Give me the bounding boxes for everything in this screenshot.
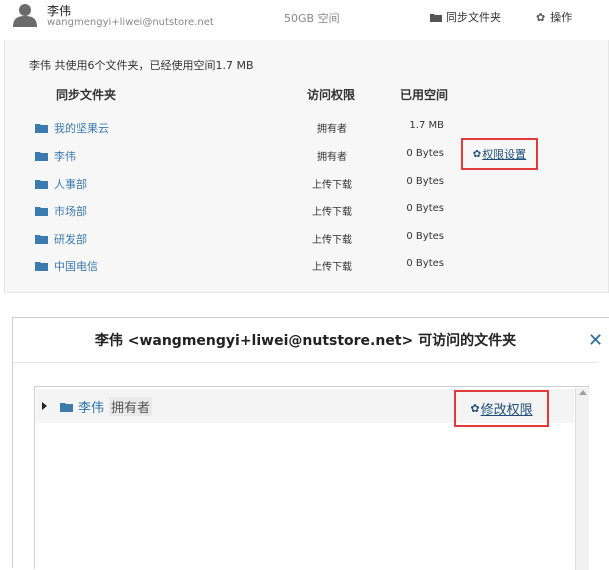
gear-icon: ✿ bbox=[472, 148, 482, 160]
folder-name: 李伟 bbox=[54, 150, 76, 163]
folder-row: 研发部 上传下载 0 Bytes bbox=[0, 231, 600, 251]
folder-name: 人事部 bbox=[54, 178, 87, 191]
folder-icon bbox=[35, 124, 48, 133]
user-folders-card: 李伟 wangmengyi+liwei@nutstore.net 50GB 空间… bbox=[0, 0, 609, 293]
tree-item-label: 李伟 拥有者 bbox=[60, 397, 153, 416]
folder-link[interactable]: 我的坚果云 bbox=[35, 120, 109, 136]
user-email: wangmengyi+liwei@nutstore.net bbox=[47, 17, 214, 28]
folder-icon bbox=[35, 262, 48, 271]
tree-folder-role: 拥有者 bbox=[109, 397, 153, 416]
user-avatar-icon bbox=[13, 4, 37, 27]
scroll-up-arrow-icon[interactable] bbox=[579, 390, 587, 395]
folder-used-space: 1.7 MB bbox=[409, 120, 444, 131]
folder-icon bbox=[35, 152, 48, 161]
tree-folder-name: 李伟 bbox=[78, 401, 105, 416]
permission-setting-link[interactable]: ✿ 权限设置 bbox=[461, 138, 538, 170]
folder-access-dialog: 李伟 <wangmengyi+liwei@nutstore.net> 可访问的文… bbox=[12, 317, 609, 570]
folder-icon bbox=[35, 235, 48, 244]
folder-permission: 拥有者 bbox=[317, 124, 347, 135]
folder-link[interactable]: 人事部 bbox=[35, 176, 87, 192]
folder-permission: 上传下载 bbox=[312, 207, 352, 218]
folder-permission: 上传下载 bbox=[312, 180, 352, 191]
folder-link[interactable]: 研发部 bbox=[35, 231, 87, 247]
permission-setting-label: 权限设置 bbox=[482, 148, 527, 161]
gear-icon: ✿ bbox=[536, 10, 546, 24]
folder-row: 人事部 上传下载 0 Bytes bbox=[0, 176, 600, 196]
gear-icon: ✿ bbox=[470, 402, 480, 415]
sync-folders-link[interactable]: 同步文件夹 bbox=[430, 9, 501, 25]
modify-permission-label: 修改权限 bbox=[480, 403, 533, 418]
folder-used-space: 0 Bytes bbox=[406, 258, 444, 269]
folder-permission: 上传下载 bbox=[312, 262, 352, 273]
actions-menu[interactable]: ✿ 操作 bbox=[536, 9, 572, 25]
folder-name: 我的坚果云 bbox=[54, 122, 109, 135]
folder-link[interactable]: 市场部 bbox=[35, 203, 87, 219]
folder-used-space: 0 Bytes bbox=[406, 203, 444, 214]
folder-name: 中国电信 bbox=[54, 260, 98, 273]
folder-used-space: 0 Bytes bbox=[406, 231, 444, 242]
folder-link[interactable]: 中国电信 bbox=[35, 258, 98, 274]
folder-icon bbox=[430, 13, 442, 22]
close-icon[interactable]: ✕ bbox=[588, 330, 603, 351]
folder-icon bbox=[60, 402, 73, 412]
column-header-permission: 访问权限 bbox=[307, 88, 356, 102]
column-header-folder: 同步文件夹 bbox=[56, 88, 117, 102]
folder-icon bbox=[35, 180, 48, 189]
folder-row: 市场部 上传下载 0 Bytes bbox=[0, 203, 600, 223]
scrollbar[interactable] bbox=[575, 388, 589, 570]
folder-icon bbox=[35, 207, 48, 216]
modify-permission-link[interactable]: ✿ 修改权限 bbox=[454, 390, 549, 427]
folder-used-space: 0 Bytes bbox=[406, 176, 444, 187]
folder-row: 中国电信 上传下载 0 Bytes bbox=[0, 258, 600, 278]
folder-permission: 拥有者 bbox=[317, 152, 347, 163]
dialog-title: 李伟 <wangmengyi+liwei@nutstore.net> 可访问的文… bbox=[13, 318, 598, 363]
column-header-used-space: 已用空间 bbox=[400, 88, 449, 102]
folder-row: 我的坚果云 拥有者 1.7 MB bbox=[0, 120, 600, 140]
folder-name: 研发部 bbox=[54, 233, 87, 246]
folder-used-space: 0 Bytes bbox=[406, 148, 444, 159]
expand-arrow-icon[interactable] bbox=[42, 402, 47, 410]
usage-summary: 李伟 共使用6个文件夹，已经使用空间1.7 MB bbox=[29, 59, 254, 72]
actions-label: 操作 bbox=[550, 11, 573, 24]
folder-permission: 上传下载 bbox=[312, 235, 352, 246]
folder-link[interactable]: 李伟 bbox=[35, 148, 76, 164]
folder-name: 市场部 bbox=[54, 205, 87, 218]
sync-folders-label: 同步文件夹 bbox=[446, 11, 501, 24]
storage-quota: 50GB 空间 bbox=[284, 12, 340, 25]
